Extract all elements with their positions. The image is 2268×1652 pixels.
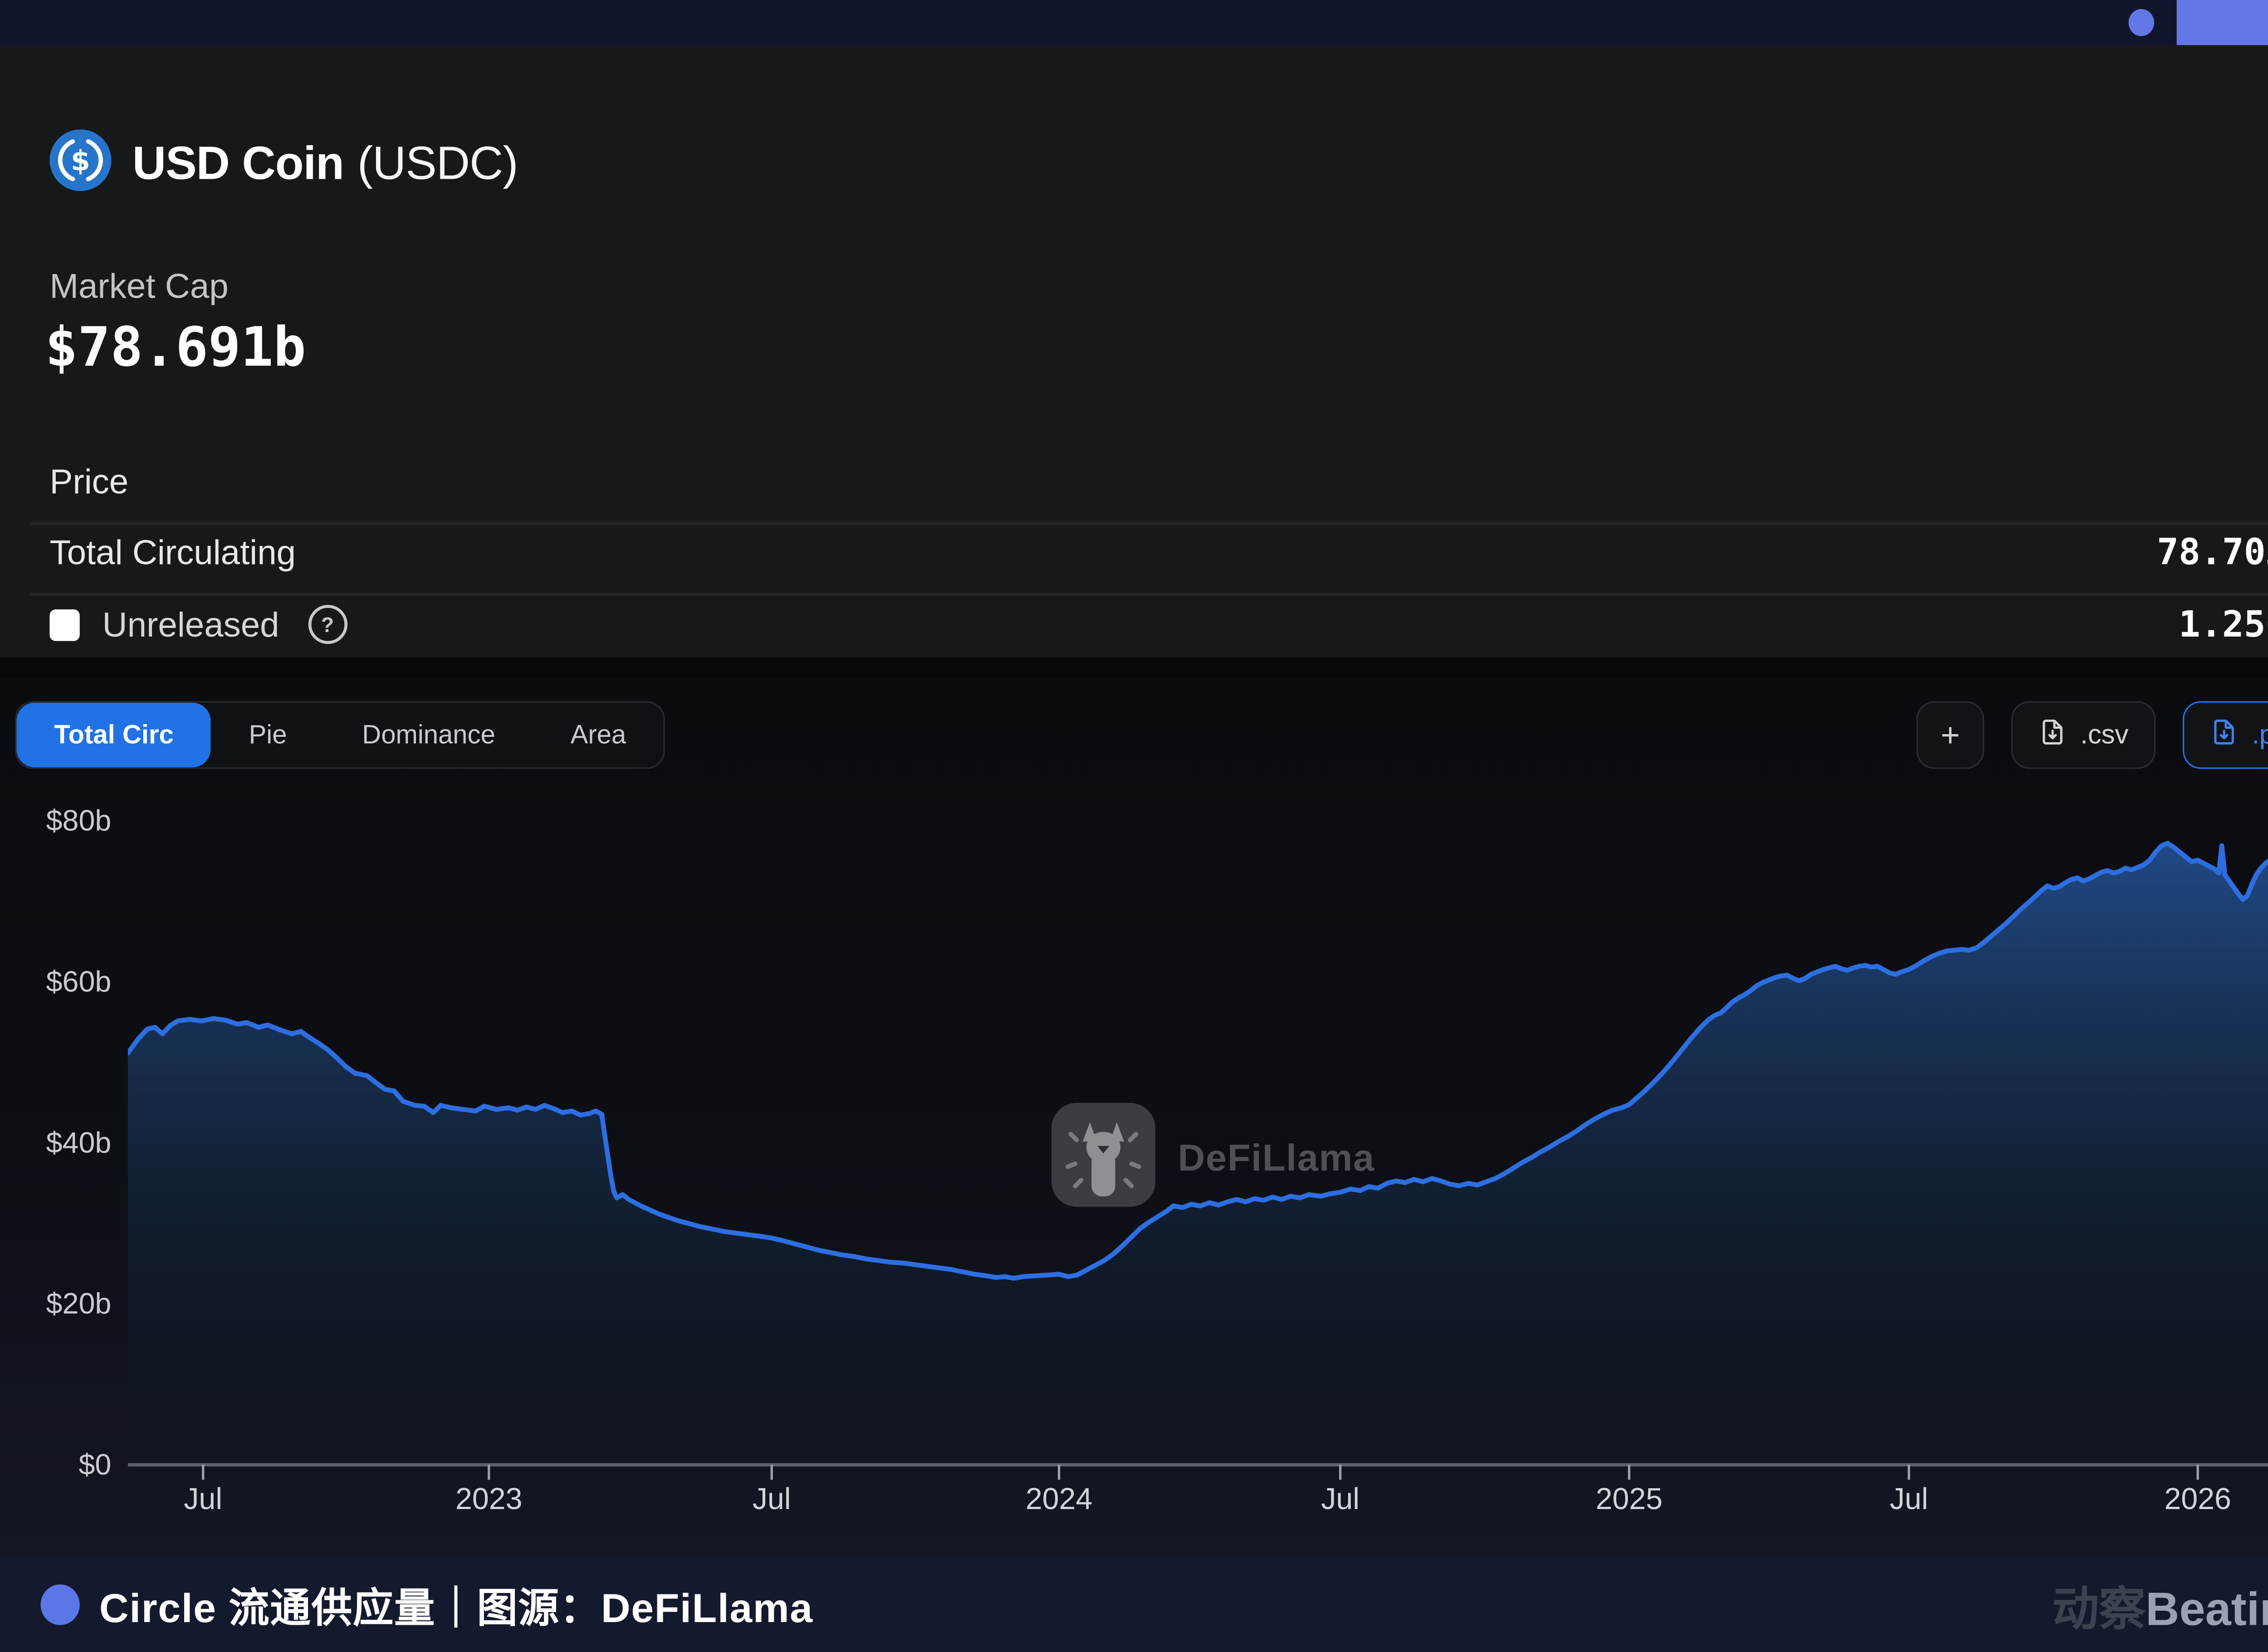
download-png-button[interactable]: .png	[2183, 701, 2268, 769]
y-tick-label: $40b	[15, 1125, 111, 1162]
total-circulating-value: 78.702b	[2157, 531, 2268, 574]
total-circulating-row: Total Circulating 78.702b	[49, 527, 2268, 578]
x-axis-ticks	[203, 1465, 2198, 1480]
price-row: Price $1	[49, 456, 2268, 507]
top-banner	[0, 0, 2268, 45]
tab-total-circ[interactable]: Total Circ	[16, 703, 211, 768]
tab-dominance[interactable]: Dominance	[324, 703, 533, 768]
csv-button-label: .csv	[2080, 719, 2128, 751]
download-csv-button[interactable]: .csv	[2011, 701, 2156, 769]
plus-icon: +	[1941, 716, 1960, 755]
add-chart-button[interactable]: +	[1916, 701, 1984, 769]
beating-logo: 动察Beating	[2052, 1570, 2268, 1638]
unreleased-row: Unreleased ? 1.256b	[49, 599, 2268, 650]
defillama-usdc-page: $ USD Coin(USDC) Market Cap $78.691b Pri…	[0, 0, 2268, 1652]
banner-dot-icon	[2129, 9, 2154, 36]
chart-tab-group: Total CircPieDominanceArea	[15, 701, 665, 769]
tab-pie[interactable]: Pie	[211, 703, 325, 768]
file-download-icon	[2038, 717, 2067, 753]
caption-dot-icon	[41, 1583, 80, 1624]
title-row: $ USD Coin(USDC)	[49, 129, 518, 199]
y-tick-label: $0	[15, 1447, 111, 1483]
caption-text: Circle 流通供应量｜图源：DeFiLlama	[99, 1575, 813, 1633]
divider	[30, 522, 2268, 525]
banner-accent-block	[2177, 0, 2268, 45]
market-cap-value: $78.691b	[45, 318, 306, 379]
file-download-icon	[2209, 717, 2238, 753]
coin-name: USD Coin	[132, 137, 344, 190]
defillama-llama-icon	[1050, 1102, 1157, 1216]
unreleased-value: 1.256b	[2179, 603, 2268, 646]
market-cap-label: Market Cap	[49, 266, 228, 307]
total-circulating-label: Total Circulating	[49, 532, 296, 573]
tab-area[interactable]: Area	[533, 703, 664, 768]
y-tick-label: $80b	[15, 804, 111, 840]
coin-symbol: (USDC)	[357, 137, 518, 190]
unreleased-checkbox[interactable]	[49, 608, 79, 640]
svg-text:$: $	[71, 145, 90, 177]
chart-panel: Total CircPieDominanceArea + .csv .png $…	[0, 679, 2268, 1556]
watermark-text: DeFiLlama	[1178, 1137, 1375, 1180]
png-button-label: .png	[2252, 719, 2268, 751]
price-label: Price	[49, 461, 128, 502]
price-value: $1	[2266, 461, 2268, 503]
chart-toolbar: Total CircPieDominanceArea + .csv .png	[15, 701, 2268, 769]
usdc-logo-icon: $	[49, 129, 111, 199]
brand-cn: 动察	[2052, 1582, 2146, 1635]
screenshot-stage: $ USD Coin(USDC) Market Cap $78.691b Pri…	[0, 0, 2268, 1652]
section-gap	[0, 657, 2268, 678]
chart-actions: + .csv .png	[1916, 701, 2268, 769]
caption-bar: Circle 流通供应量｜图源：DeFiLlama 动察Beating	[0, 1556, 2268, 1652]
help-icon[interactable]: ?	[308, 605, 347, 644]
divider	[30, 593, 2268, 595]
y-tick-label: $20b	[15, 1286, 111, 1322]
page-title: USD Coin(USDC)	[132, 137, 518, 191]
unreleased-label: Unreleased	[103, 604, 279, 645]
coin-header: $ USD Coin(USDC) Market Cap $78.691b Pri…	[0, 45, 2268, 657]
defillama-watermark: DeFiLlama	[1050, 1102, 1375, 1216]
y-tick-label: $60b	[15, 964, 111, 1000]
brand-en: Beating	[2146, 1582, 2268, 1635]
